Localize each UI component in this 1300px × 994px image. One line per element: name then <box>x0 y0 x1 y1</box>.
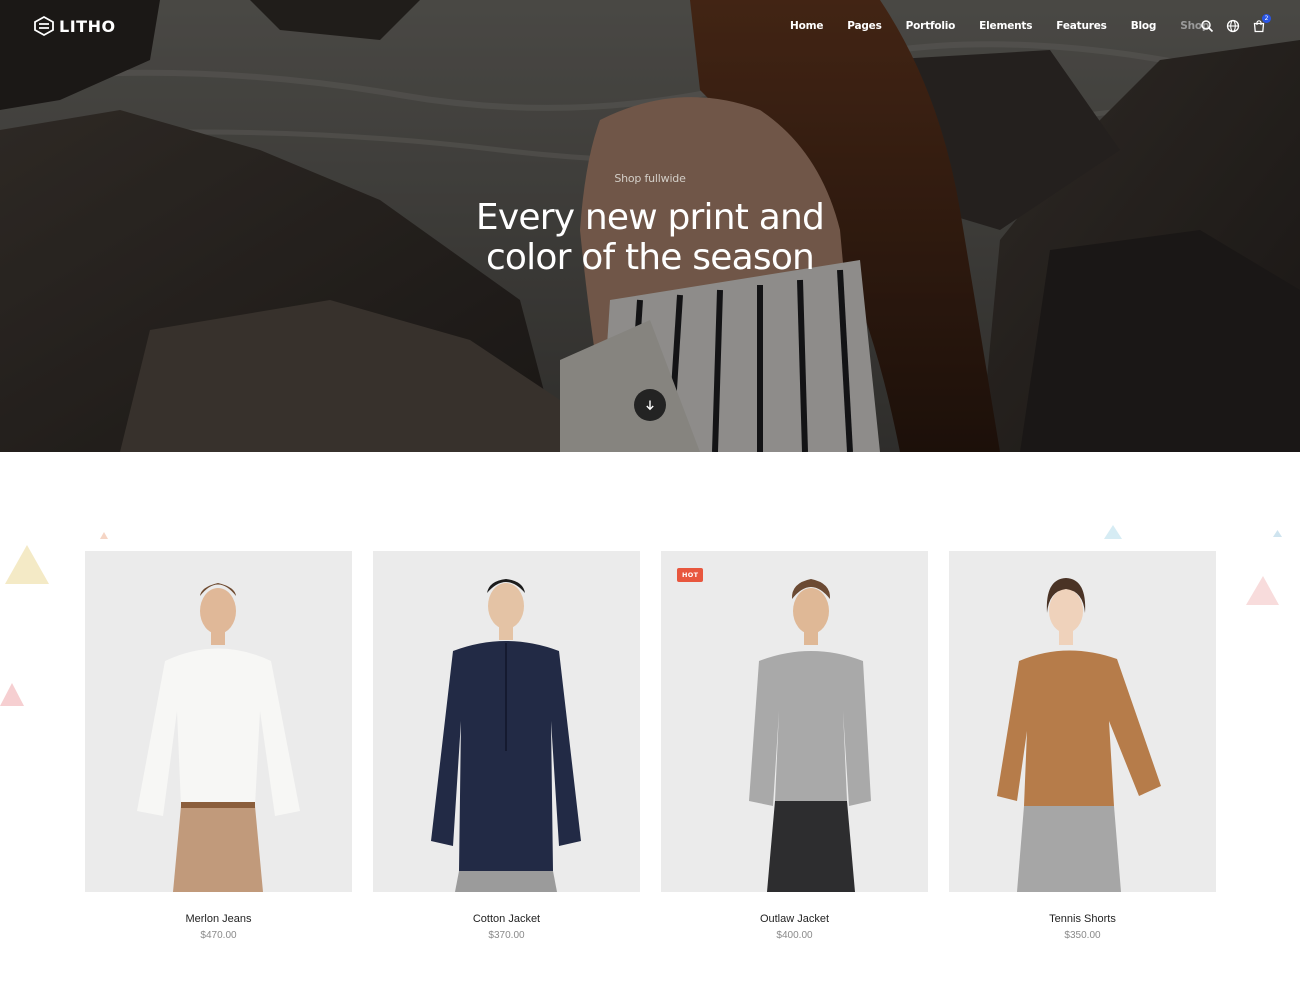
brand-name: LITHO <box>59 16 116 36</box>
cart-icon[interactable]: 2 <box>1252 14 1271 33</box>
hero-banner: LITHO Home Pages Portfolio Elements Feat… <box>0 0 1300 452</box>
product-price: $350.00 <box>1064 930 1101 941</box>
nav-item-portfolio[interactable]: Portfolio <box>906 20 956 32</box>
nav-item-pages[interactable]: Pages <box>847 20 882 32</box>
scroll-down-button[interactable] <box>634 389 666 421</box>
product-price: $470.00 <box>200 930 237 941</box>
decor-triangle <box>5 545 49 584</box>
search-icon[interactable] <box>1200 19 1214 33</box>
hero-title: Every new print and color of the season <box>0 198 1300 278</box>
hero-subtitle: Shop fullwide <box>614 172 686 185</box>
decor-triangle <box>1246 576 1279 605</box>
header-icons: 2 <box>1200 14 1271 33</box>
product-name[interactable]: Cotton Jacket <box>373 913 640 925</box>
product-name[interactable]: Outlaw Jacket <box>661 913 928 925</box>
decor-triangle <box>1104 525 1122 539</box>
arrow-down-icon <box>646 400 654 411</box>
product-image[interactable]: HOT <box>661 551 928 892</box>
decor-triangle <box>100 532 108 539</box>
product-image[interactable] <box>85 551 352 892</box>
decor-triangle <box>0 683 24 706</box>
nav-item-features[interactable]: Features <box>1056 20 1107 32</box>
main-nav: Home Pages Portfolio Elements Features B… <box>790 20 1233 32</box>
product-card[interactable]: Cotton Jacket $370.00 <box>373 551 640 941</box>
brand-logo[interactable]: LITHO <box>33 15 116 37</box>
product-grid: Merlon Jeans $470.00 Cotton Jacket $370.… <box>85 551 1216 941</box>
product-image[interactable] <box>949 551 1216 892</box>
cart-count-badge: 2 <box>1262 14 1271 23</box>
logo-icon <box>34 15 54 37</box>
product-name[interactable]: Merlon Jeans <box>85 913 352 925</box>
product-price: $370.00 <box>488 930 525 941</box>
nav-item-home[interactable]: Home <box>790 20 823 32</box>
globe-icon[interactable] <box>1226 19 1240 33</box>
product-card[interactable]: Tennis Shorts $350.00 <box>949 551 1216 941</box>
product-card[interactable]: HOT Outlaw Jacket $400.00 <box>661 551 928 941</box>
nav-item-elements[interactable]: Elements <box>979 20 1032 32</box>
product-card[interactable]: Merlon Jeans $470.00 <box>85 551 352 941</box>
product-price: $400.00 <box>776 930 813 941</box>
product-name[interactable]: Tennis Shorts <box>949 913 1216 925</box>
hot-badge: HOT <box>677 568 704 582</box>
product-image[interactable] <box>373 551 640 892</box>
decor-triangle <box>1273 530 1282 537</box>
nav-item-blog[interactable]: Blog <box>1131 20 1157 32</box>
hero-title-line-1: Every new print and <box>475 197 825 238</box>
hero-title-line-2: color of the season <box>485 237 815 278</box>
